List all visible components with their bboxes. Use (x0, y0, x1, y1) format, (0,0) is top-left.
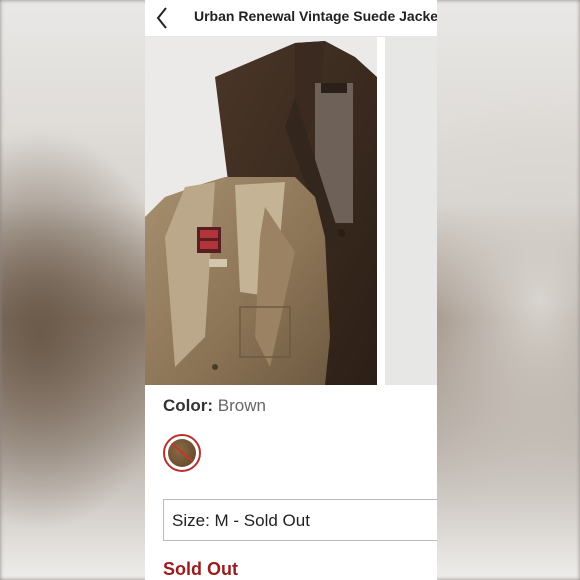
color-value: Brown (217, 396, 266, 415)
size-select-value: Size: M - Sold Out (172, 511, 310, 530)
color-selector-label: Color: Brown (163, 396, 266, 416)
product-screen: Urban Renewal Vintage Suede Jacket Color… (145, 0, 437, 580)
swatch-fill (168, 439, 196, 467)
back-button[interactable] (151, 5, 177, 31)
chevron-left-icon (156, 7, 167, 29)
next-image-preview[interactable] (385, 37, 437, 385)
color-swatch-brown[interactable] (163, 434, 201, 472)
navigation-bar: Urban Renewal Vintage Suede Jacket (145, 0, 437, 37)
size-select[interactable]: Size: M - Sold Out (163, 499, 437, 541)
color-label: Color: (163, 396, 214, 415)
page-title: Urban Renewal Vintage Suede Jacket (194, 8, 437, 24)
unavailable-strike-icon (168, 440, 196, 467)
availability-status: Sold Out (163, 559, 238, 579)
product-image[interactable] (145, 37, 377, 385)
jacket-photo (145, 37, 377, 385)
